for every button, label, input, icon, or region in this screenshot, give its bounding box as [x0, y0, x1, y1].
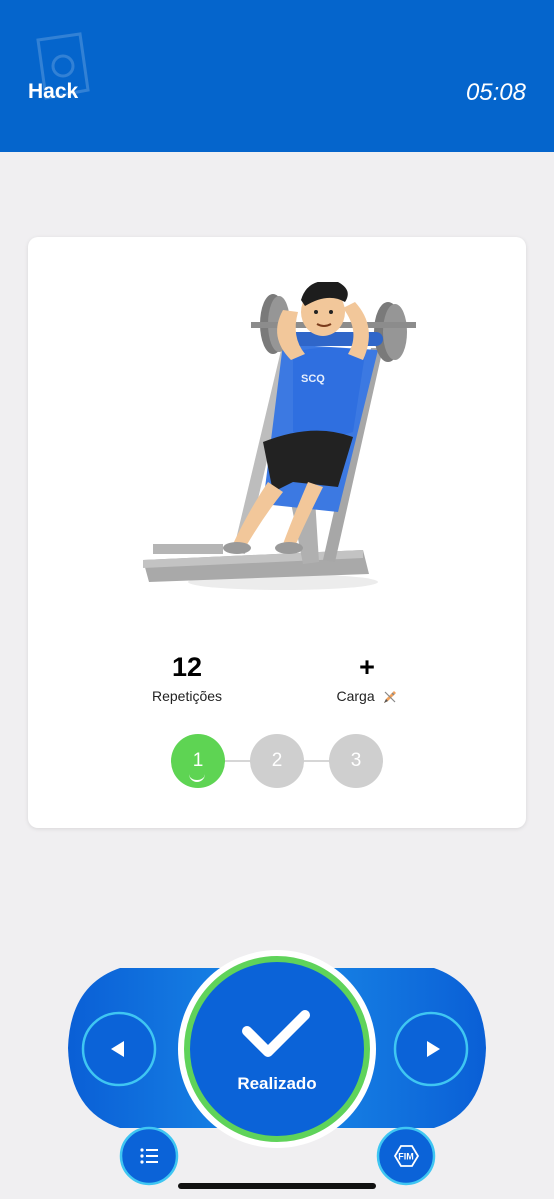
exercise-list-button[interactable] — [119, 1126, 179, 1186]
set-2-label: 2 — [271, 750, 283, 771]
done-label: Realizado — [237, 1074, 316, 1093]
workout-timer: 05:08 — [465, 79, 526, 106]
set-3-label: 3 — [350, 750, 362, 771]
exercise-title: Hack — [28, 80, 79, 103]
load-stat[interactable]: + Carga — [287, 650, 447, 705]
end-workout-button[interactable]: FIM — [376, 1126, 436, 1186]
set-progress-arc — [189, 772, 205, 782]
set-1-label: 1 — [192, 750, 204, 771]
set-3-button[interactable]: 3 — [329, 734, 383, 788]
next-button[interactable] — [393, 1011, 469, 1087]
home-indicator[interactable] — [178, 1183, 376, 1189]
previous-button[interactable] — [81, 1011, 157, 1087]
shirt-text: SCQ — [301, 373, 325, 385]
done-button[interactable]: Realizado — [178, 950, 376, 1148]
reps-label: Repetições — [151, 688, 223, 704]
set-2-button[interactable]: 2 — [250, 734, 304, 788]
add-load-button[interactable]: + — [287, 650, 447, 684]
reps-value: 12 — [171, 652, 203, 682]
load-label: Carga — [336, 688, 375, 704]
header-bar: Hack 05:08 — [0, 0, 554, 152]
reps-stat: 12 Repetições — [107, 650, 267, 704]
workout-control-bar: Realizado FIM — [68, 950, 486, 1186]
list-icon — [140, 1148, 158, 1164]
set-1-button[interactable]: 1 — [171, 734, 225, 788]
exercise-card: SCQ 12 Repetições + Carga 1 2 3 — [28, 237, 526, 828]
set-connector — [225, 760, 251, 762]
load-label-row: Carga — [287, 688, 447, 705]
set-connector — [304, 760, 330, 762]
end-label: FIM — [398, 1152, 414, 1162]
hack-squat-illustration: SCQ — [143, 282, 416, 590]
set-progress: 1 2 3 — [171, 734, 383, 788]
pencil-icon — [383, 691, 396, 704]
